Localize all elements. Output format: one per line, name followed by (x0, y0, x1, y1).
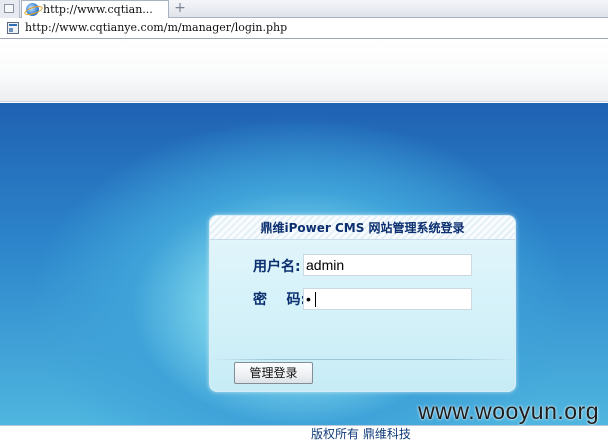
password-mask: • (306, 291, 311, 307)
page-icon (7, 22, 19, 34)
page-header-band (0, 40, 608, 102)
address-bar[interactable]: http://www.cqtianye.com/m/manager/login.… (0, 18, 608, 39)
tab-list-icon (4, 4, 14, 13)
copyright-text: 版权所有 鼎维科技 (311, 427, 411, 441)
login-button[interactable]: 管理登录 (234, 362, 313, 384)
password-label: 密 码: (253, 292, 307, 308)
browser-tab[interactable]: http://www.cqtian... (21, 0, 169, 19)
pinned-tab[interactable] (0, 0, 20, 18)
password-input[interactable]: • (303, 288, 472, 310)
login-panel: 鼎维iPower CMS 网站管理系统登录 用户名: admin 密 码: • … (209, 215, 516, 392)
new-tab-button[interactable]: + (173, 0, 187, 17)
login-title: 鼎维iPower CMS 网站管理系统登录 (260, 221, 465, 235)
watermark-text: www.wooyun.org (418, 398, 599, 424)
ie-browser-icon (26, 3, 39, 16)
browser-tab-bar: http://www.cqtian... + (0, 0, 608, 19)
page-footer: 版权所有 鼎维科技 (0, 425, 608, 442)
tab-title: http://www.cqtian... (43, 3, 153, 16)
username-input[interactable]: admin (303, 254, 472, 276)
login-panel-header: 鼎维iPower CMS 网站管理系统登录 (210, 216, 515, 240)
username-label: 用户名: (253, 259, 301, 275)
address-url[interactable]: http://www.cqtianye.com/m/manager/login.… (25, 21, 287, 34)
text-caret (315, 292, 316, 307)
panel-divider (210, 359, 515, 360)
